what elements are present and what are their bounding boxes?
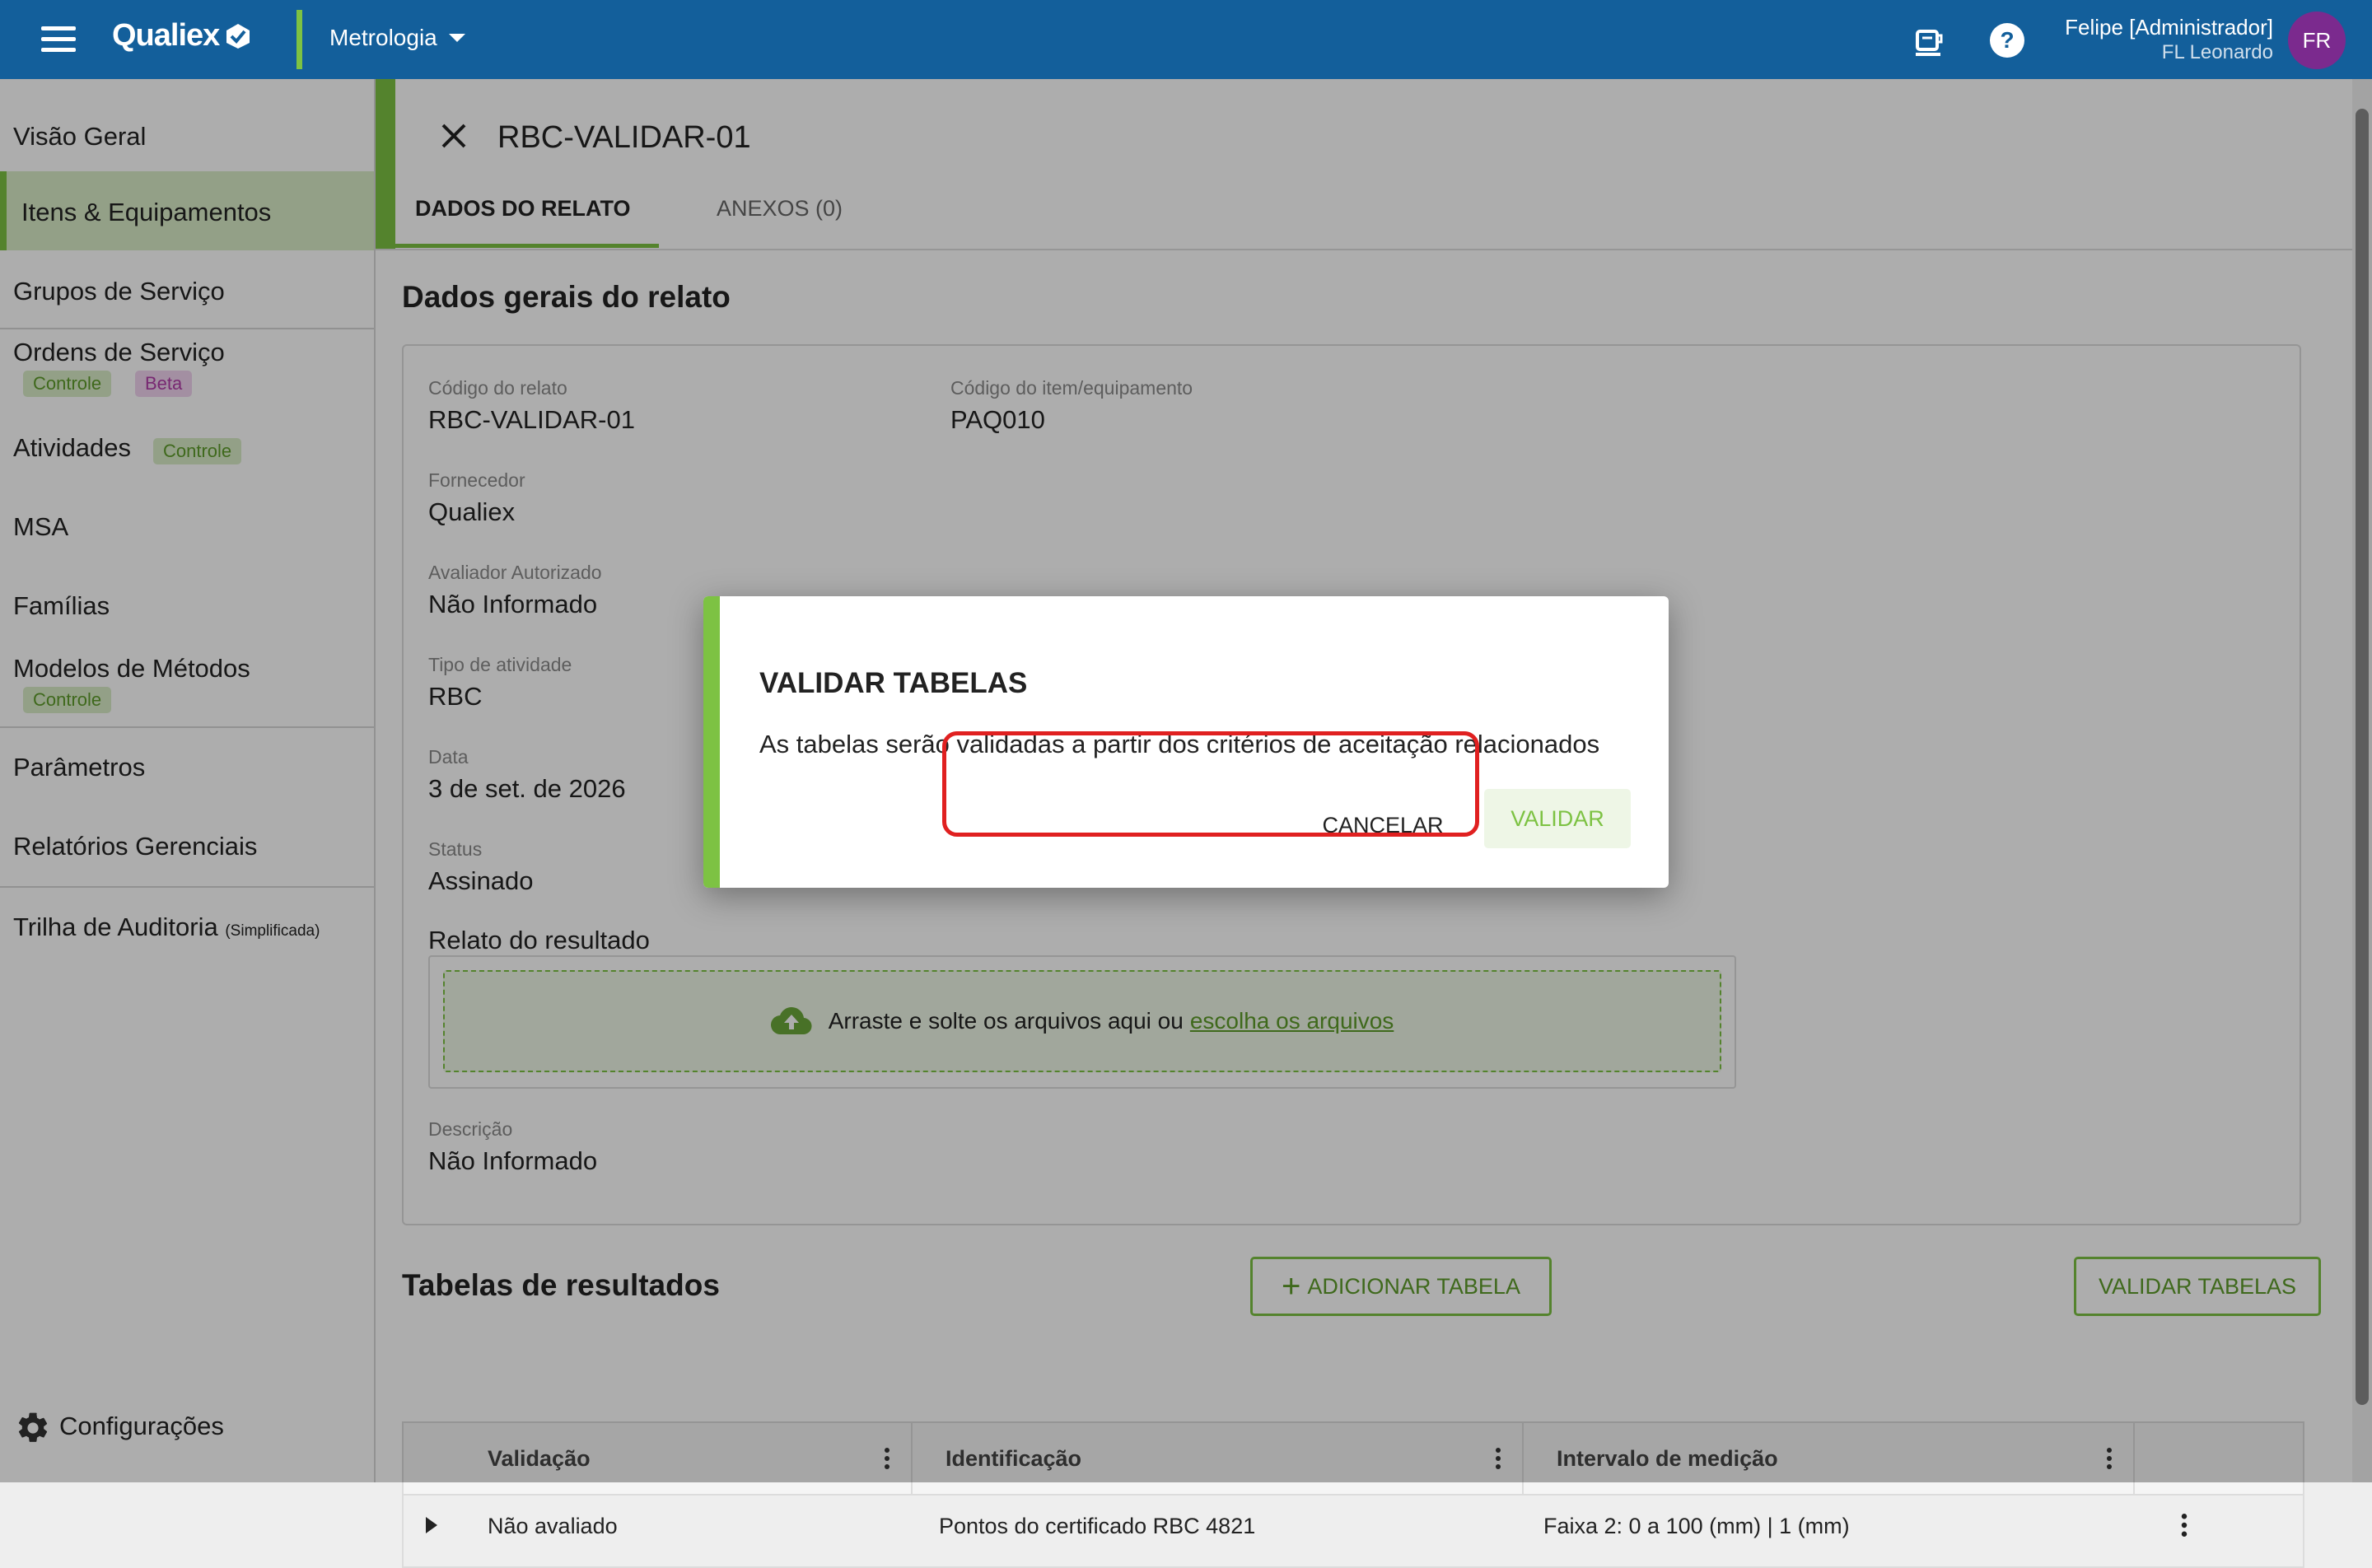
help-icon[interactable]: ? xyxy=(1988,21,2026,59)
user-organization: FL Leonardo xyxy=(2161,41,2273,63)
row-menu-icon[interactable] xyxy=(2181,1514,2188,1537)
module-label: Metrologia xyxy=(329,25,437,50)
chevron-down-icon xyxy=(448,34,465,42)
brand-divider xyxy=(296,10,302,69)
cell-validacao: Não avaliado xyxy=(488,1514,618,1538)
expand-row-icon[interactable] xyxy=(426,1517,437,1533)
cube-logo-icon xyxy=(226,23,250,49)
coffee-cup-icon[interactable] xyxy=(1911,21,1949,59)
highlight-box xyxy=(942,731,1479,837)
menu-icon[interactable] xyxy=(41,26,76,53)
cell-intervalo: Faixa 2: 0 a 100 (mm) | 1 (mm) xyxy=(1543,1514,1850,1538)
user-name[interactable]: Felipe [Administrador] xyxy=(2065,15,2273,40)
avatar[interactable]: FR xyxy=(2288,12,2346,69)
cell-identificacao: Pontos do certificado RBC 4821 xyxy=(939,1514,1256,1538)
brand-logo[interactable]: Qualiex xyxy=(112,18,252,54)
brand-name: Qualiex xyxy=(112,18,220,53)
validate-button[interactable]: VALIDAR xyxy=(1484,789,1631,848)
dialog-accent-bar xyxy=(703,596,720,888)
dialog-title: VALIDAR TABELAS xyxy=(759,667,1028,699)
top-bar: Qualiex Metrologia ? Felipe [Administrad… xyxy=(0,0,2372,79)
svg-text:?: ? xyxy=(2000,27,2014,53)
module-selector[interactable]: Metrologia xyxy=(329,25,465,51)
